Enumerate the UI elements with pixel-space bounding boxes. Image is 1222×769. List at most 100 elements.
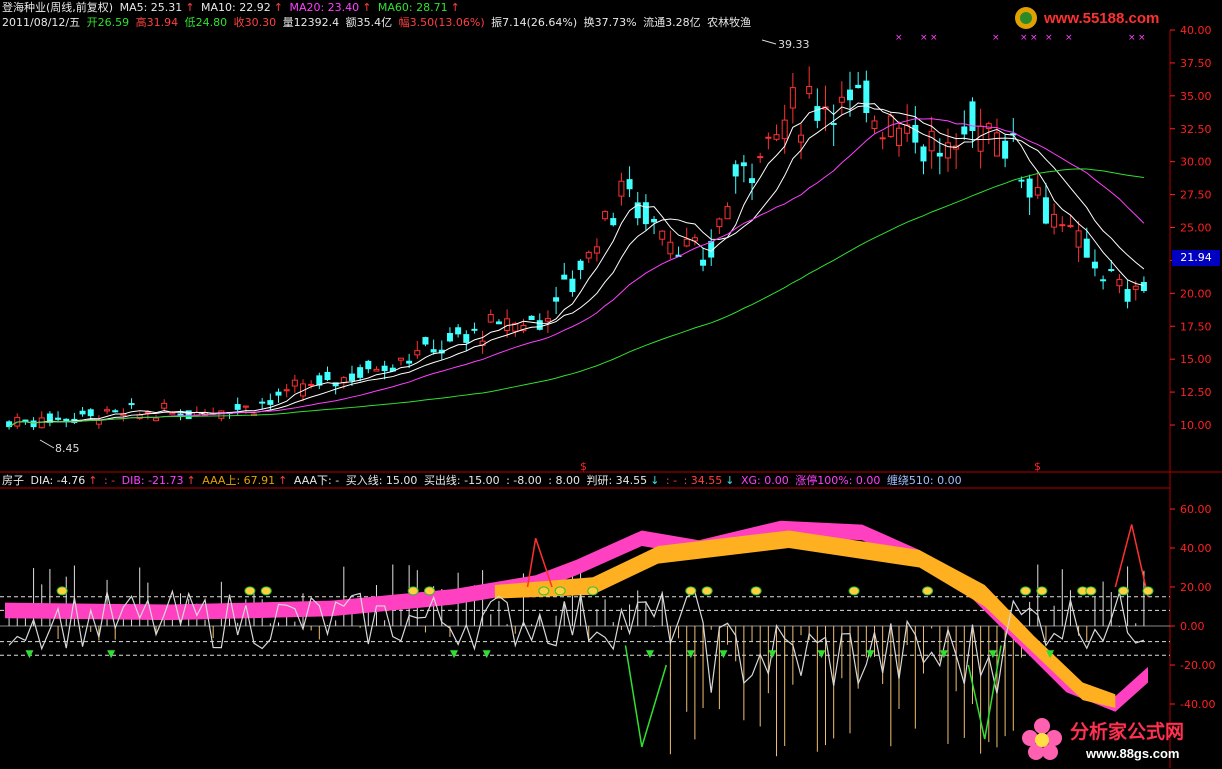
candle-body <box>495 321 502 325</box>
candle-body <box>944 142 951 159</box>
entangle-label: 缠绕510: 0.00 <box>886 474 962 487</box>
price-tick-label: 35.00 <box>1180 90 1212 103</box>
chart-canvas[interactable]: 40.0037.5035.0032.5030.0027.5025.0022.50… <box>0 0 1222 768</box>
buy-arrow-icon <box>939 650 948 659</box>
price-header-row1: 登海种业(周线,前复权) MA5: 25.31 ↑ MA10: 22.92 ↑ MA… <box>2 1 463 15</box>
candle-body <box>104 409 111 412</box>
signal-icon <box>848 586 860 596</box>
ind-tick-label: 0.00 <box>1180 620 1205 633</box>
site-logo-bottom: 分析家公式网 www.88gs.com <box>1020 712 1220 766</box>
candle-body <box>855 84 862 89</box>
candle-body <box>1067 225 1074 228</box>
arrow-up-icon: ↑ <box>186 474 196 487</box>
candle-body <box>716 218 723 228</box>
candle-body <box>585 251 592 259</box>
candle-body <box>847 89 854 101</box>
arrow-down-icon: ↓ <box>650 474 660 487</box>
price-tick-label: 27.50 <box>1180 189 1212 202</box>
signal-icon <box>1118 586 1130 596</box>
candle-body <box>316 375 323 386</box>
price-tick-label: 20.00 <box>1180 287 1212 300</box>
candle-body <box>626 179 633 190</box>
candle-body <box>936 152 943 157</box>
candle-body <box>1083 238 1090 258</box>
candle-body <box>1132 285 1139 290</box>
ma5-label: MA5: 25.31 <box>119 1 183 14</box>
candle-body <box>259 401 266 404</box>
ma5-line <box>8 102 1145 428</box>
candle-body <box>724 206 731 220</box>
ma20-line <box>8 118 1145 428</box>
candle-body <box>961 126 968 135</box>
candle-body <box>977 125 984 152</box>
signal-icon <box>56 586 68 596</box>
x-marker: × <box>930 33 938 43</box>
signal-icon <box>1142 586 1154 596</box>
candle-body <box>471 328 478 331</box>
candle-body <box>218 410 225 419</box>
candle-body <box>357 367 364 378</box>
candle-body <box>651 218 658 223</box>
limit-up-label: 涨停100%: 0.00 <box>795 474 881 487</box>
candle-body <box>577 260 584 270</box>
buy-arrow-icon <box>768 650 777 659</box>
ma10-line <box>8 105 1145 428</box>
arrow-down-icon: ↓ <box>725 474 735 487</box>
x-marker: × <box>1045 33 1053 43</box>
low-annotation: 8.45 <box>55 442 80 455</box>
price-tick-label: 10.00 <box>1180 419 1212 432</box>
aaa-up-label: AAA上: 67.91 <box>202 474 276 487</box>
signal-icon <box>685 586 697 596</box>
ma20-label: MA20: 23.40 <box>289 1 360 14</box>
x-marker: × <box>1138 33 1146 43</box>
turnover-label: 换37.73% <box>583 16 637 29</box>
candle-body <box>920 146 927 162</box>
ma10-label: MA10: 22.92 <box>201 1 271 14</box>
candle-body <box>593 246 600 254</box>
buy-arrow-icon <box>686 650 695 659</box>
candle-body <box>536 320 543 330</box>
ind-tick-label: -20.00 <box>1180 659 1215 672</box>
candle-body <box>1108 269 1115 272</box>
candle-body <box>144 411 151 414</box>
candle-body <box>700 259 707 266</box>
x-marker: × <box>1128 33 1136 43</box>
x-marker: × <box>895 33 903 43</box>
candle-body <box>814 106 821 121</box>
candle-body <box>544 318 551 322</box>
high-label: 高31.94 <box>135 16 179 29</box>
date-label: 2011/08/12/五 <box>2 16 81 29</box>
logo-bottom-url: www.88gs.com <box>1085 746 1179 761</box>
candle-body <box>798 134 805 143</box>
float-label: 流通3.28亿 <box>643 16 701 29</box>
high-annotation-line <box>761 39 777 45</box>
stock-title: 登海种业(周线,前复权) <box>2 1 114 14</box>
candle-body <box>561 274 568 280</box>
judge-label: 判研: 34.55 <box>586 474 648 487</box>
change-label: 幅3.50(13.06%) <box>398 16 485 29</box>
candle-body <box>895 127 902 147</box>
candle-body <box>38 417 45 429</box>
candle-body <box>1059 224 1066 227</box>
candle-body <box>863 80 870 114</box>
sep-label: : - <box>103 474 116 487</box>
candle-body <box>732 164 739 177</box>
high-annotation: 39.33 <box>778 38 810 51</box>
candle-body <box>659 230 666 240</box>
candle-body <box>22 419 29 422</box>
green-spike <box>624 645 668 748</box>
ind-tick-label: -40.00 <box>1180 698 1215 711</box>
ind-tick-label: 60.00 <box>1180 503 1212 516</box>
candle-body <box>993 132 1000 157</box>
candle-body <box>1140 281 1147 292</box>
candle-body <box>1116 279 1123 287</box>
dollar-marker: $ <box>1034 460 1041 473</box>
signal-icon <box>424 586 436 596</box>
candle-body <box>528 315 535 321</box>
arrow-up-icon: ↑ <box>185 1 195 14</box>
candle-body <box>830 122 837 125</box>
open-label: 开26.59 <box>86 16 130 29</box>
arrow-up-icon: ↑ <box>273 1 283 14</box>
candle-body <box>422 337 429 345</box>
close-label: 收30.30 <box>233 16 277 29</box>
